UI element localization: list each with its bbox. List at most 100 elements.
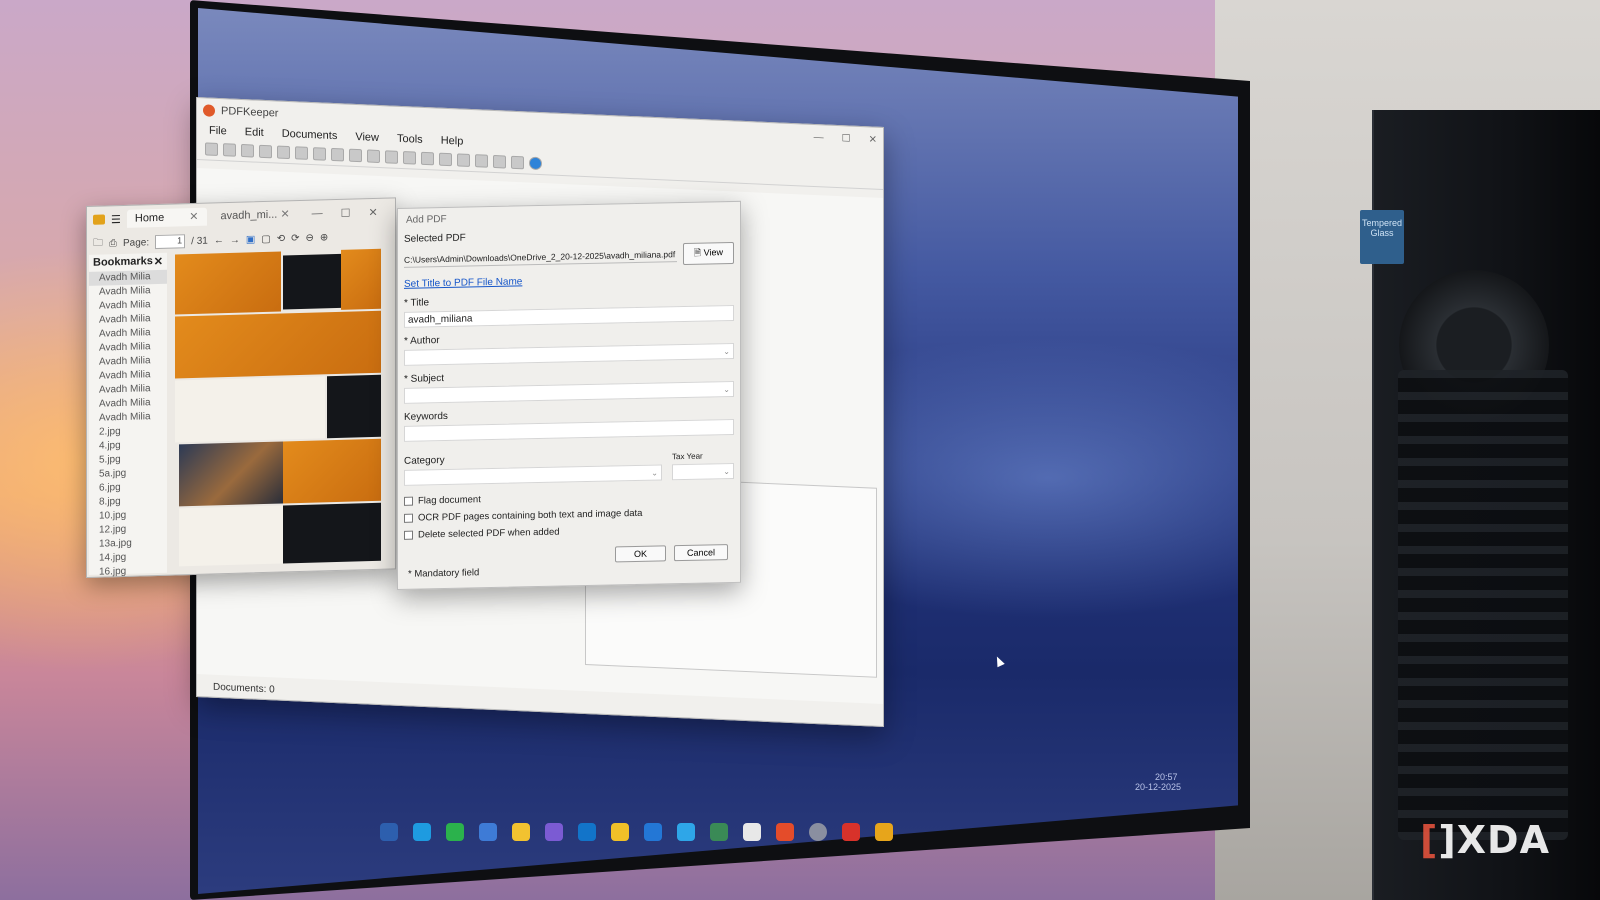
xda-logo-icon: [ xyxy=(1420,818,1439,862)
help-icon[interactable] xyxy=(529,156,542,171)
page-thumbnail[interactable] xyxy=(283,502,381,564)
toolbar-button[interactable] xyxy=(457,153,470,167)
toolbar-button[interactable] xyxy=(205,142,218,156)
ocr-checkbox[interactable] xyxy=(404,513,413,523)
app-icon xyxy=(203,104,215,117)
chevron-down-icon[interactable]: ⌄ xyxy=(723,347,730,356)
delete-pdf-checkbox[interactable] xyxy=(404,530,413,540)
tab-document[interactable]: avadh_mi... ✕ xyxy=(213,205,298,225)
toolbar-button[interactable] xyxy=(421,151,434,166)
toolbar-button[interactable] xyxy=(511,155,524,170)
menu-file[interactable]: File xyxy=(209,125,227,138)
menu-tools[interactable]: Tools xyxy=(397,133,423,146)
toolbar-button[interactable] xyxy=(367,149,380,164)
toolbar-button[interactable] xyxy=(259,144,272,159)
minimize-icon[interactable]: — xyxy=(814,131,824,142)
toolbar-button[interactable] xyxy=(223,143,236,157)
zoom-icon[interactable]: ⊕ xyxy=(320,232,328,243)
close-icon[interactable]: ✕ xyxy=(189,211,198,223)
pdf-viewer-window: ☰ Home ✕ avadh_mi... ✕ — ☐ ✕ 🗀 ⎙ Page: 1… xyxy=(86,197,396,578)
toolbar-button[interactable] xyxy=(475,154,488,168)
taskbar-app-icon[interactable] xyxy=(842,823,860,841)
page-thumbnail[interactable] xyxy=(175,251,281,315)
taskbar-app-icon[interactable] xyxy=(776,823,794,841)
page-thumbnail[interactable] xyxy=(283,253,341,310)
author-combobox[interactable]: ⌄ xyxy=(404,342,734,366)
page-thumbnail[interactable] xyxy=(341,248,381,310)
print-icon[interactable]: ⎙ xyxy=(109,238,117,249)
taskbar-app-icon[interactable] xyxy=(545,823,563,841)
page-thumbnail[interactable] xyxy=(283,438,381,504)
page-number-input[interactable]: 1 xyxy=(155,234,186,250)
tray-time[interactable]: 20:57 xyxy=(1155,772,1181,782)
chevron-down-icon[interactable]: ⌄ xyxy=(723,467,730,476)
back-arrow-icon[interactable]: ← xyxy=(214,235,224,246)
chevron-down-icon[interactable]: ⌄ xyxy=(723,385,730,394)
taskbar-app-icon[interactable] xyxy=(644,823,662,841)
page-thumbnail[interactable] xyxy=(175,310,381,379)
close-icon[interactable]: ✕ xyxy=(369,205,378,218)
taskbar-app-icon[interactable] xyxy=(710,823,728,841)
toolbar-button[interactable] xyxy=(295,146,308,160)
rotate-icon[interactable]: ⟲ xyxy=(277,233,285,244)
app-logo-icon xyxy=(93,214,105,225)
cancel-button[interactable]: Cancel xyxy=(673,544,728,562)
gear-icon[interactable] xyxy=(809,823,827,841)
taskbar-app-icon[interactable] xyxy=(743,823,761,841)
menu-help[interactable]: Help xyxy=(441,135,464,148)
category-combobox[interactable]: ⌄ xyxy=(404,464,662,486)
taskbar-app-icon[interactable] xyxy=(446,823,464,841)
toolbar-button[interactable] xyxy=(493,154,506,169)
toolbar-button[interactable] xyxy=(277,145,290,160)
toolbar-button[interactable] xyxy=(385,150,398,164)
folder-icon[interactable]: 🗀 xyxy=(93,235,103,252)
close-icon[interactable]: ✕ xyxy=(869,134,877,145)
tab-home[interactable]: Home ✕ xyxy=(126,207,207,228)
chevron-down-icon[interactable]: ⌄ xyxy=(651,468,658,477)
tray-date[interactable]: 20-12-2025 xyxy=(1135,782,1181,792)
fit-page-icon[interactable]: ▢ xyxy=(261,233,270,244)
maximize-icon[interactable]: ☐ xyxy=(341,206,351,219)
close-icon[interactable]: ✕ xyxy=(280,208,289,220)
taskbar-app-icon[interactable] xyxy=(413,823,431,841)
keywords-field[interactable] xyxy=(404,418,734,442)
subject-combobox[interactable]: ⌄ xyxy=(404,380,734,404)
page-thumbnail[interactable] xyxy=(175,376,325,443)
menu-documents[interactable]: Documents xyxy=(282,128,338,142)
title-field[interactable]: avadh_miliana xyxy=(404,304,734,328)
forward-arrow-icon[interactable]: → xyxy=(230,234,240,245)
single-page-icon[interactable]: ▣ xyxy=(246,234,255,245)
minimize-icon[interactable]: — xyxy=(312,207,323,219)
menu-icon[interactable]: ☰ xyxy=(111,213,121,226)
tax-year-combobox[interactable]: ⌄ xyxy=(672,462,734,481)
toolbar-button[interactable] xyxy=(313,147,326,161)
rotate-right-icon[interactable]: ⟳ xyxy=(291,233,299,244)
maximize-icon[interactable]: ☐ xyxy=(842,133,851,144)
page-thumbnail[interactable] xyxy=(179,505,283,567)
menu-view[interactable]: View xyxy=(355,131,379,144)
add-pdf-dialog: Add PDF Selected PDF C:\Users\Admin\Down… xyxy=(397,200,741,590)
toolbar-button[interactable] xyxy=(439,152,452,167)
toolbar-button[interactable] xyxy=(331,147,344,162)
taskbar-app-icon[interactable] xyxy=(875,823,893,841)
zoom-out-icon[interactable]: ⊖ xyxy=(306,232,314,243)
taskbar-app-icon[interactable] xyxy=(578,823,596,841)
set-title-link[interactable]: Set Title to PDF File Name xyxy=(404,272,734,289)
page-thumbnail[interactable] xyxy=(179,441,283,507)
taskbar-app-icon[interactable] xyxy=(611,823,629,841)
taskbar-app-icon[interactable] xyxy=(677,823,695,841)
xda-logo-icon: ] xyxy=(1438,818,1457,862)
toolbar-button[interactable] xyxy=(403,151,416,165)
taskbar-app-icon[interactable] xyxy=(512,823,530,841)
page-thumbnail[interactable] xyxy=(327,374,381,439)
flag-document-checkbox[interactable] xyxy=(404,496,413,506)
view-button[interactable]: 🗎 View xyxy=(682,241,734,266)
taskbar-app-icon[interactable] xyxy=(380,823,398,841)
taskbar-app-icon[interactable] xyxy=(479,823,497,841)
toolbar-button[interactable] xyxy=(241,143,254,158)
toolbar-button[interactable] xyxy=(349,148,362,163)
ok-button[interactable]: OK xyxy=(614,545,666,563)
bookmark-item[interactable]: 16.jpg xyxy=(89,564,167,580)
close-icon[interactable]: ✕ xyxy=(154,255,163,268)
menu-edit[interactable]: Edit xyxy=(245,126,264,139)
